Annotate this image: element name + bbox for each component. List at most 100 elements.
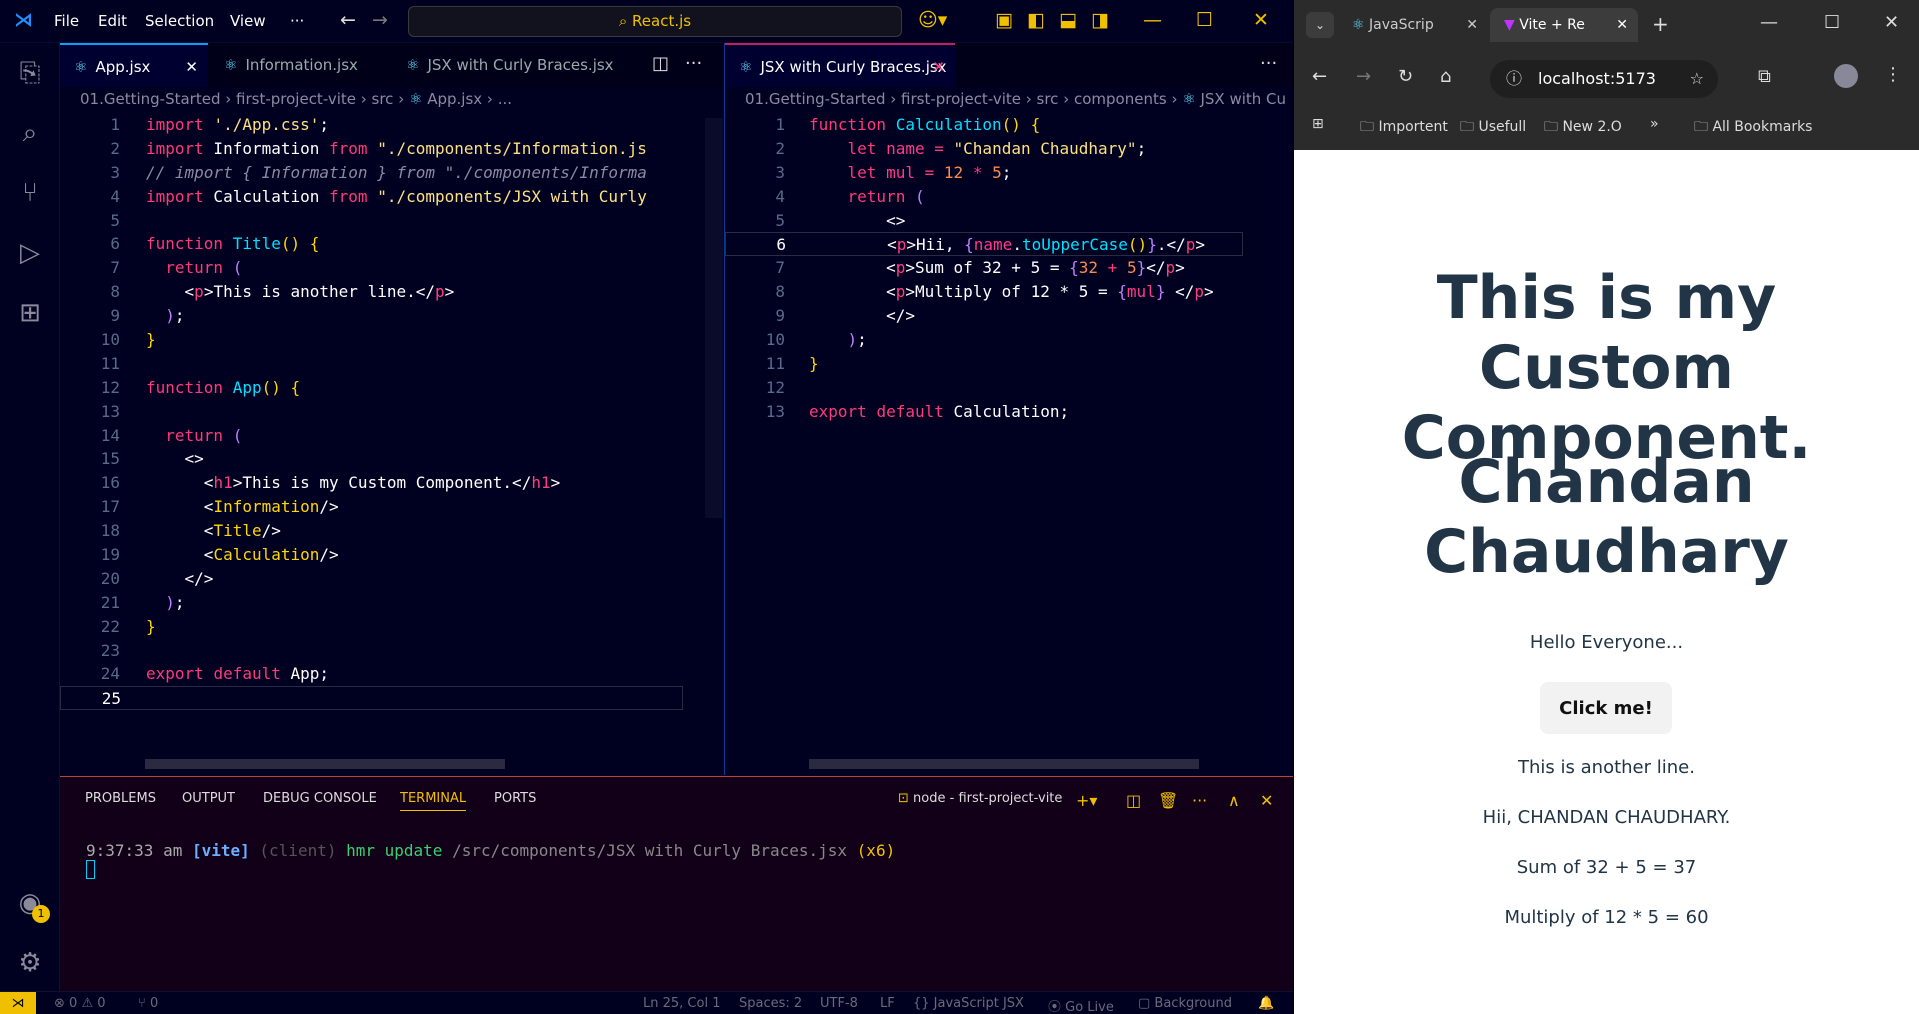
chrome-menu-icon[interactable]: ⋮ [1884, 64, 1902, 85]
reload-icon[interactable]: ↻ [1398, 66, 1413, 87]
indentation[interactable]: Spaces: 2 [739, 996, 802, 1011]
new-tab-icon[interactable]: + [1652, 12, 1669, 36]
breadcrumb-item[interactable]: App.jsx [427, 90, 482, 108]
toggle-sidebar-icon[interactable]: ◧ [1027, 9, 1045, 31]
click-me-button[interactable]: Click me! [1540, 682, 1672, 734]
address-bar[interactable]: ⓘ localhost:5173 ☆ [1490, 60, 1718, 98]
terminal-instance[interactable]: ⊡ node - first-project-vite [898, 791, 1062, 806]
close-icon[interactable]: ✕ [1253, 9, 1269, 31]
bookmark-usefull[interactable]: 🗀 Usefull [1460, 116, 1526, 140]
code-editor[interactable]: 1 function Calculation() { 2 let name = "… [725, 113, 1243, 424]
menu-edit[interactable]: Edit [98, 12, 127, 30]
encoding[interactable]: UTF-8 [820, 996, 858, 1011]
bookmark-star-icon[interactable]: ☆ [1690, 60, 1704, 98]
tab-information-jsx[interactable]: ⚛ Information.jsx [210, 43, 390, 87]
tab-jsx-curly[interactable]: ⚛ JSX with Curly Braces.jsx [392, 43, 632, 87]
settings-gear-icon[interactable]: ⚙ [10, 943, 50, 983]
extensions-icon[interactable]: ⊞ [10, 293, 50, 333]
breadcrumb-item[interactable]: 01.Getting-Started [745, 90, 885, 108]
horizontal-scrollbar[interactable] [145, 759, 505, 769]
eol[interactable]: LF [880, 996, 895, 1011]
more-bookmarks-icon[interactable]: » [1650, 116, 1659, 132]
explorer-icon[interactable]: ⎘ [10, 53, 50, 93]
problems-count[interactable]: ⊗ 0 ⚠ 0 [54, 996, 106, 1011]
search-icon[interactable]: ⌕ [10, 113, 50, 153]
chrome-tab-javascript[interactable]: ⚛ JavaScrip ✕ [1338, 8, 1488, 42]
language-mode[interactable]: {} JavaScript JSX [913, 996, 1024, 1011]
menu-view[interactable]: View [230, 12, 266, 30]
menu-file[interactable]: File [54, 12, 79, 30]
new-terminal-icon[interactable]: +▾ [1076, 791, 1097, 810]
breadcrumb-item[interactable]: ... [498, 90, 512, 108]
terminal-output[interactable]: 9:37:33 am [vite] (client) hmr update /s… [86, 841, 895, 883]
source-control-icon[interactable]: ⑂ [10, 173, 50, 213]
breadcrumb-item[interactable]: 01.Getting-Started [80, 90, 220, 108]
command-center[interactable]: ⌕ React.js [408, 6, 902, 37]
site-info-icon[interactable]: ⓘ [1506, 60, 1522, 98]
toggle-secondary-sidebar-icon[interactable]: ◨ [1091, 9, 1109, 31]
tab-output[interactable]: OUTPUT [182, 791, 235, 806]
more-actions-icon[interactable]: ··· [685, 53, 702, 74]
home-icon[interactable]: ⌂ [1440, 66, 1451, 87]
maximize-panel-icon[interactable]: ∧ [1228, 791, 1240, 810]
bookmark-all[interactable]: 🗀 All Bookmarks [1694, 116, 1812, 140]
layout-icon[interactable]: ▣ [995, 9, 1013, 31]
ports-count[interactable]: ⑂ 0 [138, 996, 158, 1011]
split-editor-icon[interactable]: ◫ [652, 53, 669, 74]
accounts-icon[interactable]: ◉ 1 [10, 883, 50, 923]
breadcrumb-item[interactable]: src [372, 90, 394, 108]
maximize-icon[interactable]: ☐ [1824, 12, 1840, 33]
kill-terminal-icon[interactable]: 🗑 [1158, 791, 1178, 810]
extensions-icon[interactable]: ⧉ [1758, 66, 1771, 87]
tab-problems[interactable]: PROBLEMS [85, 791, 156, 806]
breadcrumb-item[interactable]: components [1074, 90, 1167, 108]
tab-search-icon[interactable]: ⌄ [1306, 12, 1334, 38]
code-editor[interactable]: 1 import './App.css'; 2 import Information… [60, 113, 683, 711]
tab-ports[interactable]: PORTS [494, 791, 536, 806]
more-actions-icon[interactable]: ··· [1260, 53, 1277, 74]
menu-more[interactable]: ··· [290, 12, 304, 30]
run-debug-icon[interactable]: ▷ [10, 233, 50, 273]
tab-app-jsx[interactable]: ⚛ App.jsx ✕ [60, 43, 208, 87]
tab-jsx-curly-right[interactable]: ⚛ JSX with Curly Braces.jsx ✕ [725, 43, 955, 87]
terminal-icon: ⊡ [898, 791, 909, 806]
apps-icon[interactable]: ⊞ [1312, 116, 1324, 132]
remote-icon[interactable]: ⋊ [0, 992, 36, 1014]
tab-terminal[interactable]: TERMINAL [400, 791, 467, 811]
close-panel-icon[interactable]: ✕ [1260, 791, 1273, 810]
tab-debug-console[interactable]: DEBUG CONSOLE [263, 791, 377, 806]
close-tab-icon[interactable]: ✕ [1466, 8, 1478, 42]
minimize-icon[interactable]: — [1143, 9, 1162, 31]
close-window-icon[interactable]: ✕ [1884, 12, 1899, 33]
chrome-tab-vite[interactable]: ▼ Vite + Re ✕ [1490, 8, 1638, 42]
more-actions-icon[interactable]: ··· [1192, 791, 1207, 810]
menu-selection[interactable]: Selection [145, 12, 214, 30]
bookmark-new[interactable]: 🗀 New 2.O [1544, 116, 1622, 140]
split-terminal-icon[interactable]: ◫ [1126, 791, 1141, 810]
background[interactable]: ▢ Background [1138, 996, 1232, 1011]
go-live[interactable]: ⦿ Go Live [1048, 996, 1114, 1014]
breadcrumb-item[interactable]: src [1037, 90, 1059, 108]
close-tab-icon[interactable]: ✕ [1616, 8, 1628, 42]
breadcrumb-item[interactable]: JSX with Cu [1200, 90, 1286, 108]
breadcrumb-item[interactable]: first-project-vite [236, 90, 356, 108]
scrollbar[interactable] [705, 118, 723, 518]
cursor-position[interactable]: Ln 25, Col 1 [643, 996, 720, 1011]
forward-arrow-icon[interactable]: → [372, 9, 388, 31]
back-arrow-icon[interactable]: ← [1312, 66, 1327, 87]
minimize-icon[interactable]: — [1760, 12, 1778, 33]
back-arrow-icon[interactable]: ← [340, 9, 356, 31]
copilot-icon[interactable]: ☺▾ [918, 9, 947, 31]
avatar[interactable] [1834, 64, 1858, 88]
horizontal-scrollbar[interactable] [809, 759, 1199, 769]
notifications-icon[interactable]: 🔔 [1258, 996, 1274, 1011]
close-tab-icon[interactable]: ✕ [932, 45, 945, 89]
editor-right: ⚛ JSX with Curly Braces.jsx ✕ ··· 01.Getti… [724, 43, 1293, 775]
breadcrumb-item[interactable]: first-project-vite [901, 90, 1021, 108]
heading-custom-component: This is my Custom Component. [1401, 263, 1812, 473]
close-tab-icon[interactable]: ✕ [185, 45, 198, 89]
maximize-icon[interactable]: ☐ [1196, 9, 1213, 31]
bookmark-importent[interactable]: 🗀 Importent [1360, 116, 1448, 140]
toggle-panel-icon[interactable]: ⬓ [1059, 9, 1077, 31]
forward-arrow-icon[interactable]: → [1356, 66, 1371, 87]
